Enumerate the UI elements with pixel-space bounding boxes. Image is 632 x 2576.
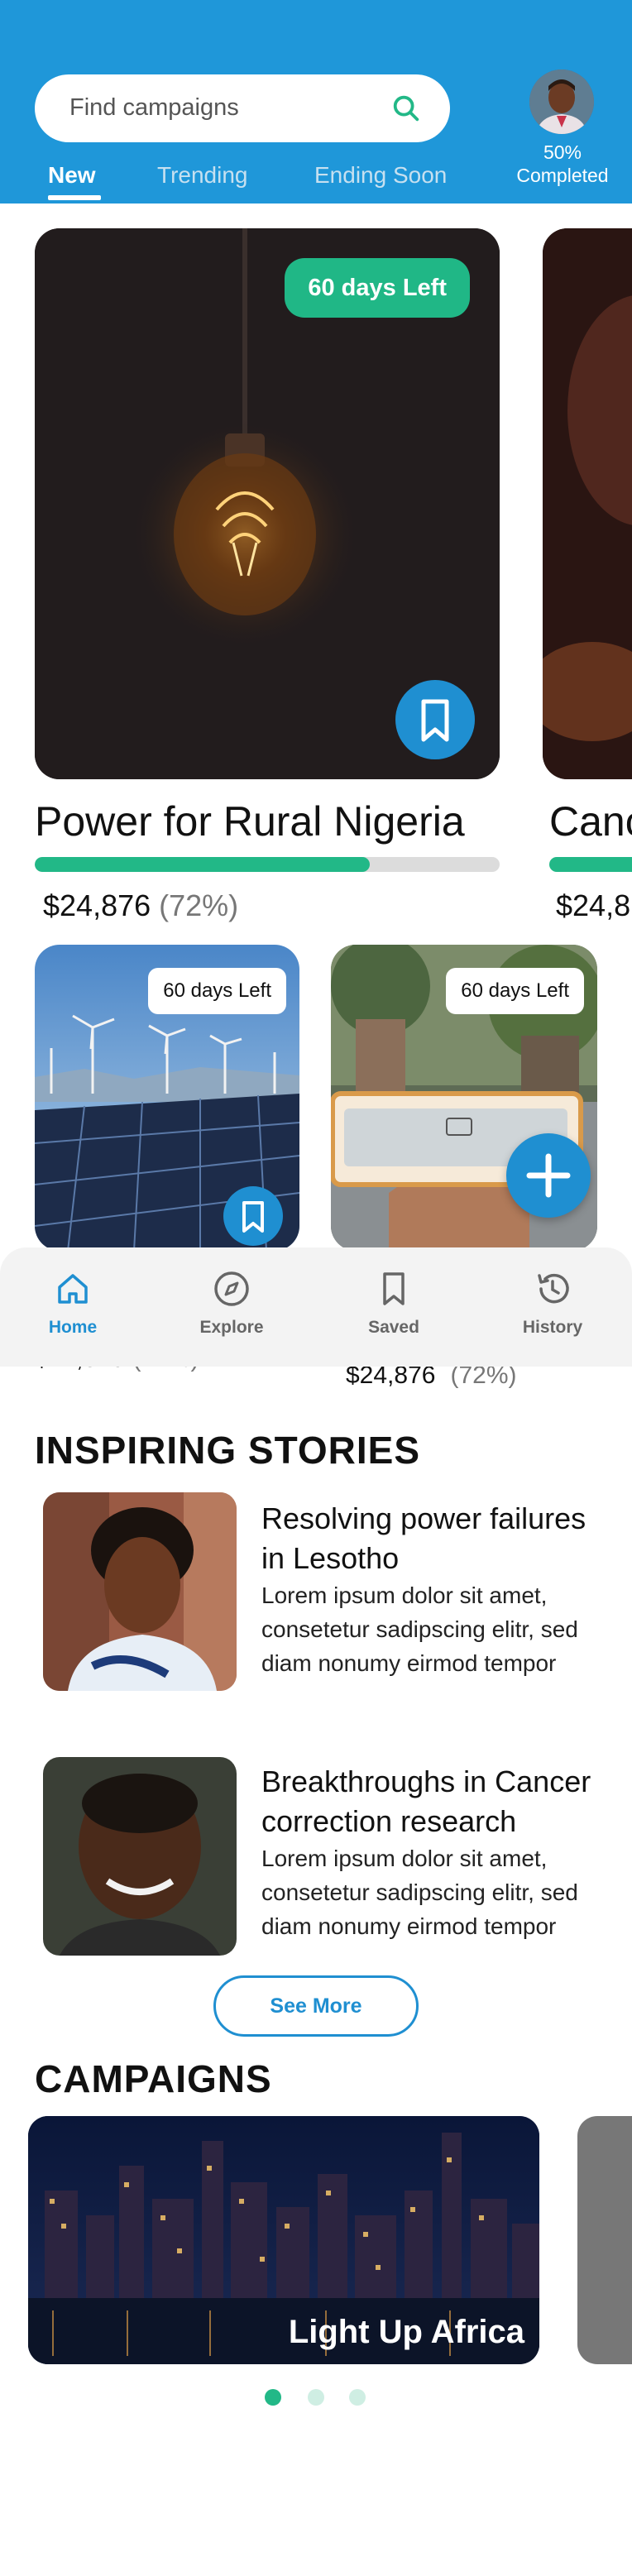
funding-progress-bar [35, 857, 500, 872]
next-campaign-peek[interactable] [577, 2116, 632, 2364]
carousel-dot[interactable] [349, 2389, 366, 2406]
user-avatar[interactable] [529, 69, 594, 134]
woman-portrait [43, 1492, 237, 1691]
next-campaign-progress [549, 857, 632, 872]
completion-percent: 50% [543, 141, 582, 163]
nav-home[interactable]: Home [23, 1269, 122, 1338]
search-input[interactable]: Find campaigns [69, 94, 239, 122]
campaign-label: Light Up Africa [288, 2314, 524, 2350]
story-excerpt: Lorem ipsum dolor sit amet, consetetur s… [261, 1846, 578, 1939]
carousel-dot[interactable] [265, 2389, 281, 2406]
stories-heading: INSPIRING STORIES [35, 1429, 421, 1472]
completion-status: 50% Completed [501, 141, 624, 187]
next-campaign-title[interactable]: Canc [549, 797, 632, 845]
amount-percent: (72%) [159, 888, 239, 922]
days-left-badge: 60 days Left [148, 968, 286, 1014]
history-icon [538, 1273, 569, 1304]
plus-icon [526, 1153, 571, 1198]
campaign-image [543, 228, 632, 779]
tab-new[interactable]: New [48, 162, 96, 189]
days-left-badge: 60 days Left [446, 968, 584, 1014]
bookmark-icon [242, 1201, 264, 1233]
active-tab-indicator [48, 195, 101, 200]
solar-campaign-card[interactable]: 60 days Left [35, 945, 299, 1251]
featured-title[interactable]: Power for Rural Nigeria [35, 797, 465, 845]
bottom-navigation: Home Explore Saved History [0, 1247, 632, 1367]
nav-label: Explore [199, 1318, 264, 1337]
story-image[interactable] [43, 1492, 237, 1691]
compass-icon [214, 1271, 249, 1306]
nav-explore[interactable]: Explore [182, 1269, 281, 1338]
featured-campaign-card[interactable]: 60 days Left [35, 228, 500, 779]
home-icon [58, 1274, 88, 1304]
carousel-dot[interactable] [308, 2389, 324, 2406]
search-icon[interactable] [390, 93, 422, 124]
days-left-badge: 60 days Left [285, 258, 470, 318]
see-more-button[interactable]: See More [213, 1975, 419, 2037]
bookmark-button[interactable] [395, 680, 475, 759]
funding-progress-fill [35, 857, 370, 872]
add-campaign-button[interactable] [506, 1133, 591, 1218]
man-portrait [43, 1757, 237, 1956]
search-bar[interactable]: Find campaigns [35, 74, 450, 142]
story-excerpt: Lorem ipsum dolor sit amet, consetetur s… [261, 1582, 578, 1676]
next-campaign-card[interactable] [543, 228, 632, 779]
story-title[interactable]: Breakthroughs in Cancer correction resea… [261, 1762, 617, 1841]
tab-trending[interactable]: Trending [157, 162, 247, 189]
story-title[interactable]: Resolving power failures in Lesotho [261, 1499, 617, 1578]
bookmark-icon [383, 1272, 405, 1305]
featured-amount: $24,876 (72%) [43, 888, 238, 923]
next-campaign-amount: $24,8 [556, 888, 631, 922]
campaign-card[interactable]: Light Up Africa [28, 2116, 539, 2364]
app-header: Find campaigns 50% Completed New Trendin… [0, 0, 632, 203]
tab-ending-soon[interactable]: Ending Soon [314, 162, 447, 189]
nav-saved[interactable]: Saved [344, 1269, 443, 1338]
completion-label: Completed [516, 165, 609, 186]
bookmark-button[interactable] [223, 1186, 283, 1246]
nav-label: Home [48, 1318, 98, 1337]
story-image[interactable] [43, 1757, 237, 1956]
nav-label: History [522, 1318, 583, 1337]
amount-value: $24,876 [43, 888, 151, 922]
bookmark-icon [421, 699, 449, 742]
nav-history[interactable]: History [503, 1269, 602, 1338]
nav-label: Saved [368, 1318, 419, 1337]
campaigns-heading: CAMPAIGNS [35, 2057, 272, 2100]
